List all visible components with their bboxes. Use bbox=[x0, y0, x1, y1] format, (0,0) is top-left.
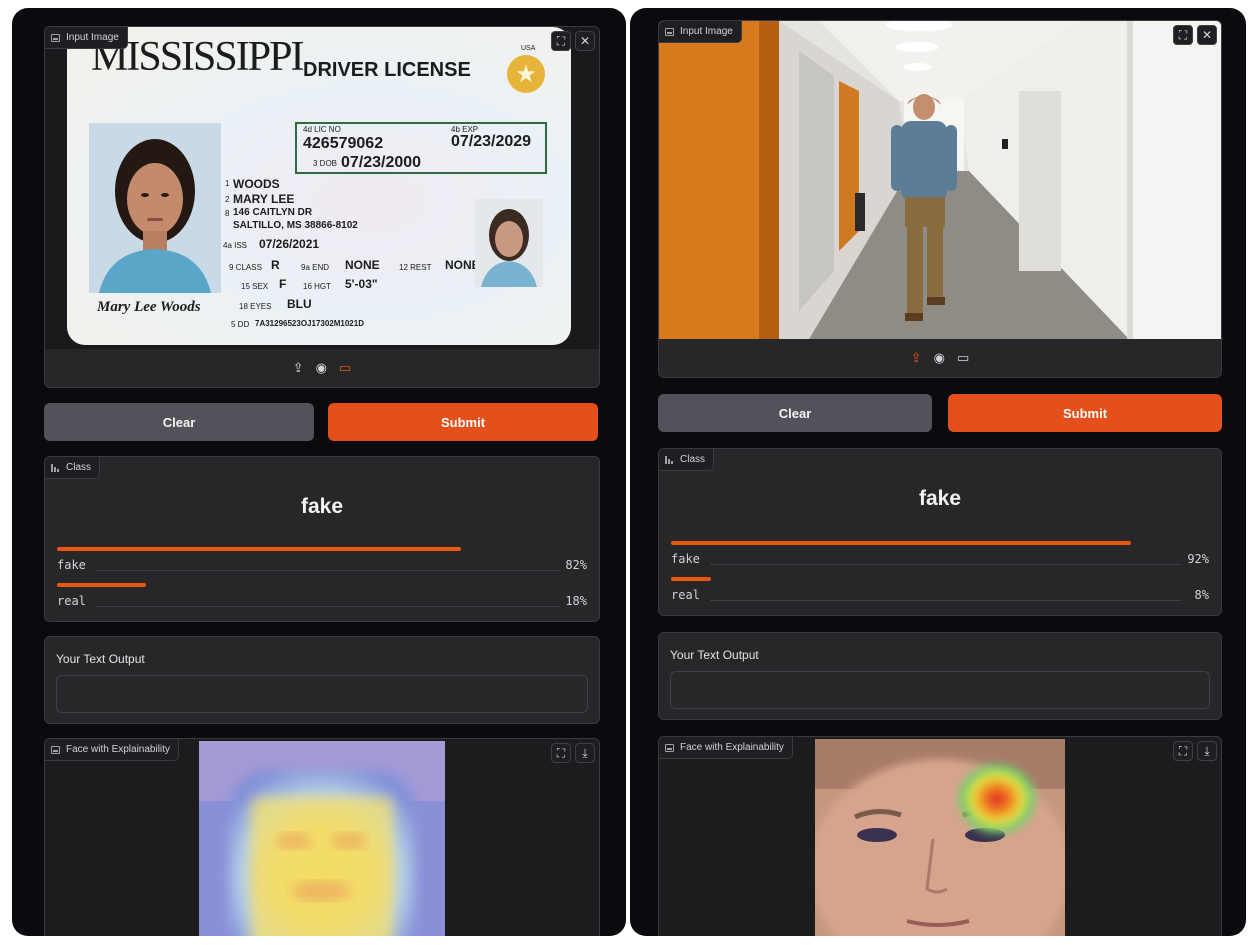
clipboard-icon[interactable]: ▭ bbox=[339, 360, 351, 376]
id-exp: 07/23/2029 bbox=[451, 133, 532, 150]
face-explainability-block: Face with Explainability ⛶ ⤓ bbox=[44, 738, 600, 936]
image-icon bbox=[665, 743, 674, 752]
id-lic-no: 426579062 bbox=[303, 135, 384, 152]
id-ghost-portrait bbox=[475, 199, 543, 287]
fullscreen-icon[interactable]: ⛶ bbox=[1173, 25, 1193, 45]
id-dd: 7A31296523OJ17302M1021D bbox=[255, 319, 364, 328]
confidence-bar bbox=[671, 577, 711, 581]
text-output-block: Your Text Output bbox=[44, 636, 600, 724]
image-icon bbox=[665, 27, 674, 36]
clear-button[interactable]: Clear bbox=[44, 403, 314, 441]
download-icon[interactable]: ⤓ bbox=[575, 743, 595, 763]
input-image-label: Input Image bbox=[659, 21, 742, 43]
text-output-label: Your Text Output bbox=[56, 652, 145, 666]
predicted-class: fake bbox=[300, 495, 344, 518]
id-address-2: SALTILLO, MS 38866-8102 bbox=[233, 220, 358, 231]
image-icon bbox=[51, 745, 60, 754]
id-sex: F bbox=[279, 277, 287, 291]
text-output-field[interactable] bbox=[670, 671, 1210, 709]
id-first-name: MARY LEE bbox=[233, 192, 295, 206]
confidence-row: fake 92% bbox=[671, 541, 1209, 575]
face-label: Face with Explainability bbox=[45, 739, 179, 761]
input-image: MISSISSIPPI USA ★ DRIVER LICENSE 4d LIC … bbox=[45, 27, 599, 349]
input-image-block: Input Image ⛶ ✕ MISSISSIPPI USA ★ DRIVER… bbox=[44, 26, 600, 388]
id-dob: 07/23/2000 bbox=[341, 154, 422, 171]
face-heatmap-image bbox=[199, 741, 445, 936]
predicted-class: fake bbox=[918, 487, 962, 510]
input-image bbox=[659, 21, 1221, 339]
confidence-label: fake bbox=[57, 558, 86, 572]
source-toolbar: ⇪ ◉ ▭ bbox=[45, 349, 599, 387]
close-icon[interactable]: ✕ bbox=[575, 31, 595, 51]
input-image-label: Input Image bbox=[45, 27, 128, 49]
id-address-1: 146 CAITLYN DR bbox=[233, 207, 313, 218]
fullscreen-icon[interactable]: ⛶ bbox=[551, 31, 571, 51]
id-usa: USA bbox=[521, 45, 536, 52]
confidence-bar bbox=[57, 583, 146, 587]
face-heatmap-image bbox=[815, 739, 1065, 936]
bar-chart-icon bbox=[51, 463, 60, 472]
text-output-label: Your Text Output bbox=[670, 648, 759, 662]
submit-button[interactable]: Submit bbox=[948, 394, 1222, 432]
fullscreen-icon[interactable]: ⛶ bbox=[551, 743, 571, 763]
id-class: R bbox=[271, 258, 280, 272]
text-output-block: Your Text Output bbox=[658, 632, 1222, 720]
confidence-label: real bbox=[57, 594, 86, 608]
fullscreen-icon[interactable]: ⛶ bbox=[1173, 741, 1193, 761]
id-hgt: 5'-03" bbox=[345, 277, 378, 291]
confidence-bar bbox=[57, 547, 461, 551]
confidence-value: 18% bbox=[562, 594, 587, 608]
id-eyes: BLU bbox=[287, 297, 312, 311]
bar-chart-icon bbox=[665, 455, 674, 464]
confidence-value: 82% bbox=[562, 558, 587, 572]
confidence-bar bbox=[671, 541, 1131, 545]
id-portrait bbox=[89, 123, 221, 293]
confidence-row: real 8% bbox=[671, 577, 1209, 611]
id-iss: 07/26/2021 bbox=[259, 237, 320, 251]
id-card-image: MISSISSIPPI USA ★ DRIVER LICENSE 4d LIC … bbox=[67, 27, 571, 345]
close-icon[interactable]: ✕ bbox=[1197, 25, 1217, 45]
source-toolbar: ⇪ ◉ ▭ bbox=[659, 339, 1221, 377]
upload-icon[interactable]: ⇪ bbox=[911, 350, 922, 366]
id-end: NONE bbox=[345, 258, 380, 272]
face-explainability-block: Face with Explainability ⛶ ⤓ bbox=[658, 736, 1222, 936]
upload-icon[interactable]: ⇪ bbox=[293, 360, 304, 376]
star-icon: ★ bbox=[507, 55, 545, 93]
confidence-row: real 18% bbox=[57, 583, 587, 617]
id-last-name: WOODS bbox=[233, 177, 280, 191]
id-signature: Mary Lee Woods bbox=[97, 299, 201, 315]
download-icon[interactable]: ⤓ bbox=[1197, 741, 1217, 761]
confidence-value: 8% bbox=[1191, 588, 1209, 602]
webcam-icon[interactable]: ◉ bbox=[316, 360, 327, 376]
clipboard-icon[interactable]: ▭ bbox=[957, 350, 969, 366]
webcam-icon[interactable]: ◉ bbox=[934, 350, 945, 366]
class-block: Class fake fake 92% real 8% bbox=[658, 448, 1222, 616]
class-block: Class fake fake 82% real 18% bbox=[44, 456, 600, 622]
right-panel: Input Image ⛶ ✕ ⇪ ◉ ▭ Clear Submit Class… bbox=[630, 8, 1246, 936]
confidence-value: 92% bbox=[1184, 552, 1209, 566]
submit-button[interactable]: Submit bbox=[328, 403, 598, 441]
clear-button[interactable]: Clear bbox=[658, 394, 932, 432]
confidence-label: real bbox=[671, 588, 700, 602]
text-output-field[interactable] bbox=[56, 675, 588, 713]
confidence-label: fake bbox=[671, 552, 700, 566]
face-label: Face with Explainability bbox=[659, 737, 793, 759]
image-icon bbox=[51, 33, 60, 42]
input-image-block: Input Image ⛶ ✕ ⇪ ◉ ▭ bbox=[658, 20, 1222, 378]
confidence-row: fake 82% bbox=[57, 547, 587, 581]
left-panel: Input Image ⛶ ✕ MISSISSIPPI USA ★ DRIVER… bbox=[12, 8, 626, 936]
class-label: Class bbox=[45, 457, 101, 479]
class-label: Class bbox=[659, 449, 715, 471]
id-doc-type: DRIVER LICENSE bbox=[303, 59, 471, 81]
